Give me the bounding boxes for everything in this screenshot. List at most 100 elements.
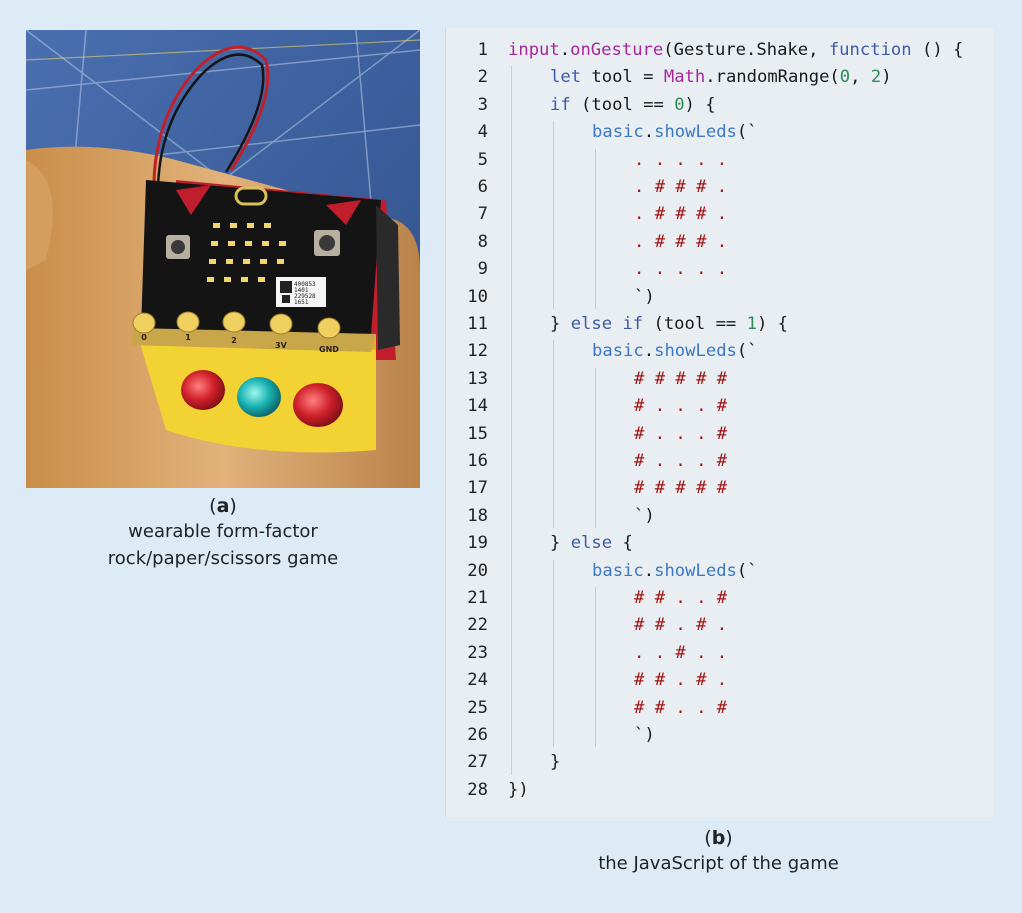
code-token: . bbox=[643, 341, 655, 362]
code-token: . bbox=[643, 122, 655, 143]
code-token: 2 bbox=[870, 67, 882, 88]
code-text: # . . . # bbox=[634, 421, 727, 448]
code-token: 1 bbox=[746, 314, 757, 334]
code-text: if (tool == 0) { bbox=[550, 92, 716, 119]
indent-guide bbox=[595, 148, 596, 309]
caption-b: (b) the JavaScript of the game bbox=[445, 826, 992, 877]
line-number: 18 bbox=[467, 505, 488, 526]
code-token: (` bbox=[736, 341, 758, 362]
code-token: } bbox=[550, 752, 561, 773]
indent-guide bbox=[595, 587, 596, 748]
code-token: { bbox=[612, 533, 633, 554]
code-text: input.onGesture(Gesture.Shake, function … bbox=[508, 37, 963, 64]
sticker-line-4: 1651 bbox=[294, 299, 309, 306]
code-token: tool = bbox=[581, 67, 664, 88]
line-number: 10 bbox=[467, 286, 488, 307]
code-token: showLeds bbox=[654, 341, 737, 362]
code-line: 2 let tool = Math.randomRange(0, 2) bbox=[446, 64, 993, 91]
code-token: (tool == bbox=[643, 314, 747, 334]
code-line: 8 . # # # . bbox=[446, 229, 993, 256]
code-line: 3 if (tool == 0) { bbox=[446, 92, 993, 119]
code-line: 7 . # # # . bbox=[446, 201, 993, 228]
code-line: 26 `) bbox=[446, 722, 993, 749]
code-line: 5 . . . . . bbox=[446, 147, 993, 174]
code-text: }) bbox=[508, 777, 529, 804]
line-number: 4 bbox=[477, 122, 488, 143]
line-number: 26 bbox=[467, 725, 488, 745]
code-token: . . . . . bbox=[634, 259, 728, 280]
indent-guide bbox=[553, 340, 554, 529]
pin-label-0: 0 bbox=[141, 333, 147, 342]
pin-label-3v: 3V bbox=[275, 341, 288, 350]
caption-a: (a) wearable form-factor rock/paper/scis… bbox=[26, 494, 420, 572]
line-number: 11 bbox=[467, 314, 488, 334]
code-text: basic.showLeds(` bbox=[592, 119, 758, 146]
code-line: 18 `) bbox=[446, 503, 993, 530]
line-number: 9 bbox=[477, 259, 488, 280]
code-text: basic.showLeds(` bbox=[592, 558, 758, 585]
code-token: } bbox=[550, 533, 571, 554]
caption-a-line-1: wearable form-factor bbox=[128, 521, 318, 542]
code-token: .randomRange( bbox=[705, 67, 840, 88]
code-text: . # # # . bbox=[634, 201, 727, 228]
line-number: 15 bbox=[467, 423, 488, 444]
line-number: 2 bbox=[477, 67, 488, 88]
code-token: (tool == bbox=[570, 94, 675, 115]
pin-label-gnd: GND bbox=[319, 345, 339, 354]
code-line: 1 input.onGesture(Gesture.Shake, function… bbox=[446, 37, 993, 64]
code-line: 19} else { bbox=[446, 530, 993, 557]
code-text: . # # # . bbox=[634, 174, 727, 201]
code-token: # . . . # bbox=[634, 451, 728, 471]
code-text: basic.showLeds(` bbox=[592, 338, 758, 365]
wearable-game-photo: 400853 1401 229528 1651 0 1 2 3V GND bbox=[26, 30, 420, 488]
caption-a-line-2: rock/paper/scissors game bbox=[107, 548, 339, 569]
code-token: , bbox=[850, 67, 871, 88]
code-token: . # # # . bbox=[634, 177, 728, 197]
caption-b-letter: (b) bbox=[704, 827, 733, 849]
code-token: # . . . # bbox=[634, 396, 728, 417]
line-number: 19 bbox=[467, 533, 488, 554]
code-token: } bbox=[550, 314, 571, 334]
code-token: `) bbox=[634, 505, 655, 526]
code-token: . # # # . bbox=[634, 231, 728, 252]
code-token: basic bbox=[592, 122, 644, 143]
code-token: Math bbox=[663, 67, 706, 88]
code-token: else bbox=[570, 533, 613, 554]
code-text: . . . . . bbox=[634, 256, 727, 283]
code-token: ) { bbox=[684, 94, 716, 115]
code-line: 22 # # . # . bbox=[446, 612, 993, 639]
line-number: 17 bbox=[467, 478, 488, 499]
code-token: . # # # . bbox=[634, 204, 728, 225]
code-text: } else if (tool == 1) { bbox=[550, 311, 788, 338]
code-token: ) bbox=[881, 67, 892, 88]
code-token: onGesture bbox=[570, 40, 664, 60]
code-token: 0 bbox=[674, 94, 685, 115]
code-line: 13 # # # # # bbox=[446, 366, 993, 393]
code-text: # # . # . bbox=[634, 667, 727, 694]
line-number: 3 bbox=[477, 94, 488, 115]
caption-a-letter: (a) bbox=[209, 495, 237, 517]
code-token: # # # # # bbox=[634, 478, 728, 499]
line-number: 14 bbox=[467, 396, 488, 417]
code-text: . # # # . bbox=[634, 229, 727, 256]
code-token: # . . . # bbox=[634, 423, 728, 444]
code-line: 16 # . . . # bbox=[446, 448, 993, 475]
line-number: 23 bbox=[467, 642, 488, 663]
code-token: 0 bbox=[839, 67, 851, 88]
code-line: 27} bbox=[446, 749, 993, 776]
red-gem-right bbox=[293, 383, 343, 427]
code-line: 9 . . . . . bbox=[446, 256, 993, 283]
code-line: 4 basic.showLeds(` bbox=[446, 119, 993, 146]
line-number: 7 bbox=[477, 204, 488, 225]
code-line: 24 # # . # . bbox=[446, 667, 993, 694]
code-token: # # . . # bbox=[634, 697, 728, 718]
line-number: 24 bbox=[467, 670, 488, 691]
code-token: # # . # . bbox=[634, 670, 728, 691]
code-text: `) bbox=[634, 284, 655, 311]
line-number: 8 bbox=[477, 231, 488, 252]
code-line: 15 # . . . # bbox=[446, 421, 993, 448]
line-number: 22 bbox=[467, 615, 488, 636]
code-token: . bbox=[559, 40, 571, 60]
code-token: . bbox=[643, 560, 655, 581]
line-number: 25 bbox=[467, 697, 488, 718]
